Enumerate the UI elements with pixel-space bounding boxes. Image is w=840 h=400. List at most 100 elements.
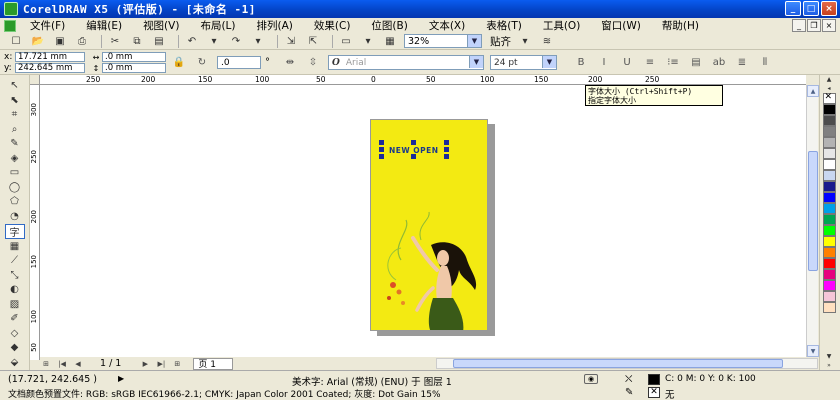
minimize-button[interactable]: _ bbox=[785, 1, 801, 16]
palette-scroll-up-icon[interactable]: ▲ bbox=[823, 75, 835, 84]
welcome-screen-icon[interactable]: ▦ bbox=[382, 34, 398, 48]
color-swatch[interactable] bbox=[822, 203, 836, 214]
color-swatch[interactable] bbox=[822, 269, 836, 280]
horizontal-scroll-thumb[interactable] bbox=[453, 359, 783, 368]
width-input[interactable]: .0 mm bbox=[102, 52, 166, 62]
undo-dropdown-icon[interactable]: ▾ bbox=[206, 34, 222, 48]
doc-minimize-button[interactable]: _ bbox=[792, 19, 806, 32]
text-tool-icon[interactable]: 字 bbox=[4, 224, 25, 239]
page-tab-1[interactable]: 页 1 bbox=[193, 357, 234, 370]
smart-fill-tool-icon[interactable]: ◈ bbox=[5, 152, 25, 166]
menu-help[interactable]: 帮助(H) bbox=[662, 18, 699, 33]
palette-scroll-down-icon[interactable]: ▼ bbox=[823, 352, 835, 361]
font-list-select[interactable]: O Arial ▼ bbox=[328, 55, 484, 70]
shape-tool-icon[interactable]: ⬉ bbox=[5, 94, 25, 108]
font-size-select[interactable]: 24 pt ▼ bbox=[490, 55, 557, 70]
menu-tools[interactable]: 工具(O) bbox=[543, 18, 580, 33]
redo-icon[interactable]: ↷ bbox=[228, 34, 244, 48]
lock-ratio-icon[interactable]: 🔒 bbox=[171, 56, 187, 70]
options-icon[interactable]: ≋ bbox=[539, 34, 555, 48]
drawing-canvas[interactable]: NEW OPEN bbox=[40, 85, 806, 357]
table-tool-icon[interactable]: ▦ bbox=[5, 240, 25, 254]
add-page-before-icon[interactable]: ⊞ bbox=[40, 358, 52, 369]
color-swatch[interactable] bbox=[822, 280, 836, 291]
vertical-ruler[interactable]: 300 250 200 150 100 50 bbox=[30, 85, 40, 360]
zoom-tool-icon[interactable]: ⌕ bbox=[5, 123, 25, 137]
last-page-icon[interactable]: ▶| bbox=[155, 358, 167, 369]
import-icon[interactable]: ⇲ bbox=[283, 34, 299, 48]
horizontal-ruler[interactable]: 250 200 150 100 50 0 50 100 150 200 250 bbox=[30, 75, 806, 85]
fill-color-swatch[interactable] bbox=[648, 374, 660, 385]
color-swatch[interactable] bbox=[822, 192, 836, 203]
menu-bitmaps[interactable]: 位图(B) bbox=[371, 18, 407, 33]
basic-shapes-tool-icon[interactable]: ◔ bbox=[5, 210, 25, 224]
view-options-icon[interactable]: ◉ bbox=[584, 374, 598, 384]
undo-icon[interactable]: ↶ bbox=[184, 34, 200, 48]
bullet-list-icon[interactable]: ⁝≡ bbox=[665, 56, 681, 70]
color-swatch[interactable] bbox=[822, 115, 836, 126]
rotation-angle-input[interactable]: .0 bbox=[217, 56, 261, 69]
color-swatch[interactable] bbox=[822, 214, 836, 225]
color-swatch[interactable] bbox=[822, 137, 836, 148]
first-page-icon[interactable]: |◀ bbox=[56, 358, 68, 369]
menu-window[interactable]: 窗口(W) bbox=[601, 18, 641, 33]
app-icon[interactable] bbox=[4, 2, 18, 16]
vertical-scrollbar[interactable]: ▲ ▼ bbox=[806, 85, 819, 357]
crop-tool-icon[interactable]: ⌗ bbox=[5, 108, 25, 122]
export-icon[interactable]: ⇱ bbox=[305, 34, 321, 48]
document-icon[interactable] bbox=[4, 19, 16, 32]
previous-page-icon[interactable]: ◀ bbox=[72, 358, 84, 369]
color-swatch[interactable] bbox=[822, 225, 836, 236]
open-folder-icon[interactable]: 📂 bbox=[30, 34, 46, 48]
connector-tool-icon[interactable]: ⤡ bbox=[5, 269, 25, 283]
next-page-icon[interactable]: ▶ bbox=[139, 358, 151, 369]
italic-icon[interactable]: I bbox=[596, 56, 612, 70]
redo-dropdown-icon[interactable]: ▾ bbox=[250, 34, 266, 48]
horizontal-scrollbar[interactable] bbox=[436, 358, 818, 369]
palette-expand-icon[interactable]: » bbox=[823, 361, 835, 370]
drop-cap-icon[interactable]: ▤ bbox=[688, 56, 704, 70]
height-input[interactable]: .0 mm bbox=[102, 63, 166, 73]
launcher-dropdown-icon[interactable]: ▾ bbox=[360, 34, 376, 48]
dimension-tool-icon[interactable]: ⟋ bbox=[5, 254, 25, 268]
vertical-scroll-thumb[interactable] bbox=[808, 151, 818, 271]
underline-icon[interactable]: U bbox=[619, 56, 635, 70]
scroll-down-icon[interactable]: ▼ bbox=[807, 345, 819, 357]
eyedropper-tool-icon[interactable]: ✐ bbox=[5, 312, 25, 326]
edit-text-icon[interactable]: ab bbox=[711, 56, 727, 70]
play-icon[interactable]: ▶ bbox=[118, 374, 124, 383]
no-color-swatch[interactable] bbox=[822, 92, 836, 104]
print-icon[interactable]: ⎙ bbox=[74, 34, 90, 48]
bold-icon[interactable]: B bbox=[573, 56, 589, 70]
transparency-tool-icon[interactable]: ▨ bbox=[5, 298, 25, 312]
cut-icon[interactable]: ✂ bbox=[107, 34, 123, 48]
close-button[interactable]: × bbox=[821, 1, 837, 16]
maximize-button[interactable]: □ bbox=[803, 1, 819, 16]
color-swatch[interactable] bbox=[822, 148, 836, 159]
polygon-tool-icon[interactable]: ⬠ bbox=[5, 195, 25, 209]
blend-tool-icon[interactable]: ◐ bbox=[5, 283, 25, 297]
y-position-input[interactable]: 242.645 mm bbox=[15, 63, 85, 73]
copy-icon[interactable]: ⧉ bbox=[129, 34, 145, 48]
chevron-down-icon[interactable]: ▼ bbox=[469, 56, 483, 68]
menu-text[interactable]: 文本(X) bbox=[429, 18, 465, 33]
save-icon[interactable]: ▣ bbox=[52, 34, 68, 48]
ruler-origin[interactable] bbox=[30, 75, 40, 85]
doc-close-button[interactable]: × bbox=[822, 19, 836, 32]
color-swatch[interactable] bbox=[822, 181, 836, 192]
fill-tool-icon[interactable]: ◆ bbox=[5, 341, 25, 355]
menu-layout[interactable]: 布局(L) bbox=[200, 18, 235, 33]
paste-icon[interactable]: ▤ bbox=[151, 34, 167, 48]
color-swatch[interactable] bbox=[822, 258, 836, 269]
color-swatch[interactable] bbox=[822, 247, 836, 258]
outline-tool-icon[interactable]: ◇ bbox=[5, 327, 25, 341]
menu-effects[interactable]: 效果(C) bbox=[314, 18, 351, 33]
ellipse-tool-icon[interactable]: ◯ bbox=[5, 181, 25, 195]
add-page-after-icon[interactable]: ⊞ bbox=[171, 358, 183, 369]
application-launcher-icon[interactable]: ▭ bbox=[338, 34, 354, 48]
color-swatch[interactable] bbox=[822, 302, 836, 313]
color-swatch[interactable] bbox=[822, 170, 836, 181]
woman-illustration[interactable] bbox=[371, 120, 488, 331]
interactive-fill-tool-icon[interactable]: ⬙ bbox=[5, 356, 25, 370]
color-swatch[interactable] bbox=[822, 159, 836, 170]
